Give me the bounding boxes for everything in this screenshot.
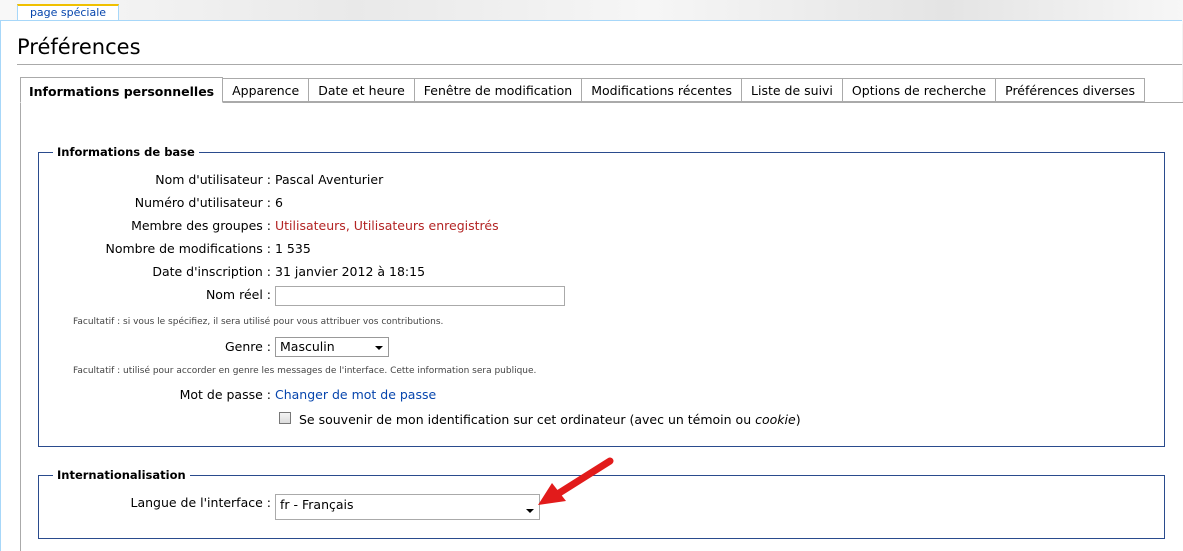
page-title: Préférences: [17, 35, 141, 59]
groups-value: Utilisateurs, Utilisateurs enregistrés: [275, 216, 499, 236]
groups-row: Membre des groupes : Utilisateurs, Utili…: [0, 216, 1183, 236]
intl-legend: Internationalisation: [57, 468, 186, 482]
tab-search-options[interactable]: Options de recherche: [842, 78, 997, 102]
real-name-label: Nom réel :: [205, 287, 271, 302]
tab-recent-changes[interactable]: Modifications récentes: [582, 78, 743, 102]
edits-value: 1 535: [275, 241, 311, 256]
user-number-value: 6: [275, 195, 283, 210]
username-label: Nom d'utilisateur :: [155, 172, 271, 187]
language-label: Langue de l'interface :: [130, 495, 271, 510]
preferences-tabs: Informations personnelles Apparence Date…: [20, 77, 1183, 103]
chevron-down-icon: [375, 346, 383, 350]
remember-me-cookie: cookie: [755, 412, 796, 427]
tab-editing[interactable]: Fenêtre de modification: [414, 78, 583, 102]
change-password-link[interactable]: Changer de mot de passe: [275, 385, 436, 405]
edits-row: Nombre de modifications : 1 535: [0, 239, 1183, 259]
edits-label: Nombre de modifications :: [105, 241, 271, 256]
real-name-input[interactable]: [275, 286, 565, 306]
red-arrow-icon: [538, 457, 614, 505]
password-row: Mot de passe : Changer de mot de passe: [0, 385, 1183, 405]
gender-select[interactable]: Masculin: [275, 337, 389, 357]
tab-misc[interactable]: Préférences diverses: [996, 78, 1145, 102]
title-divider: [17, 64, 1182, 65]
username-value: Pascal Aventurier: [275, 172, 384, 187]
group-link-users[interactable]: Utilisateurs: [275, 218, 346, 233]
remember-me-label: Se souvenir de mon identification sur ce…: [299, 410, 801, 430]
groups-label: Membre des groupes :: [131, 218, 271, 233]
user-number-label: Numéro d'utilisateur :: [134, 195, 271, 210]
gender-selected-value: Masculin: [280, 339, 335, 354]
gender-row: Genre :: [0, 337, 1183, 357]
registration-label: Date d'inscription :: [152, 264, 271, 279]
gender-note: Facultatif : utilisé pour accorder en ge…: [73, 366, 537, 376]
language-selected-value: fr - Français: [280, 497, 354, 512]
group-separator: ,: [345, 218, 354, 233]
registration-row: Date d'inscription : 31 janvier 2012 à 1…: [0, 262, 1183, 282]
tab-personal-info[interactable]: Informations personnelles: [20, 77, 224, 103]
basic-info-legend: Informations de base: [57, 145, 195, 159]
remember-me-checkbox[interactable]: [279, 412, 291, 424]
remember-me-end: ): [795, 412, 801, 427]
real-name-note: Facultatif : si vous le spécifiez, il se…: [73, 317, 444, 327]
registration-value: 31 janvier 2012 à 18:15: [275, 264, 426, 279]
password-label: Mot de passe :: [179, 387, 271, 402]
remember-me-text: Se souvenir de mon identification sur ce…: [299, 412, 756, 427]
user-number-row: Numéro d'utilisateur : 6: [0, 193, 1183, 213]
tab-date-time[interactable]: Date et heure: [309, 78, 415, 102]
tab-appearance[interactable]: Apparence: [223, 78, 310, 102]
language-select[interactable]: fr - Français: [275, 494, 540, 520]
real-name-row: Nom réel :: [0, 285, 1183, 305]
gender-label: Genre :: [224, 339, 271, 354]
tab-watchlist[interactable]: Liste de suivi: [742, 78, 843, 102]
group-link-registered[interactable]: Utilisateurs enregistrés: [354, 218, 499, 233]
username-row: Nom d'utilisateur : Pascal Aventurier: [0, 170, 1183, 190]
